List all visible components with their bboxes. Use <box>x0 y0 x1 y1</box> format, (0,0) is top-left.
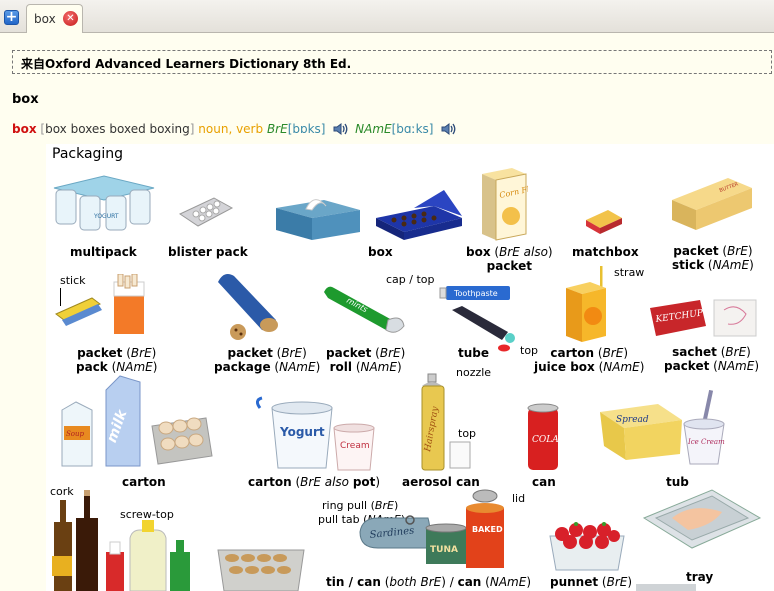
caption-packet-roll: packet (BrE) roll (NAmE) <box>326 346 406 374</box>
caption-carton-juice-box: carton (BrE) juice box (NAmE) <box>534 346 645 374</box>
toothpaste-tube-image: Toothpaste <box>439 286 515 352</box>
caption-box-packet: box (BrE also) packet <box>466 245 553 273</box>
bracket-close: ] <box>189 122 195 136</box>
juice-carton-image <box>566 266 606 342</box>
close-icon[interactable]: ✕ <box>63 11 78 26</box>
caption-packet-package: packet (BrE) package (NAmE) <box>214 346 321 374</box>
page-title: box <box>12 92 39 107</box>
cigarette-pack-image <box>55 274 145 334</box>
punnet-image <box>549 522 625 571</box>
caption-box: box <box>368 245 393 259</box>
annotation-lid: lid <box>512 492 526 505</box>
packaging-illustration: Packaging YOGURT multipack blister pack … <box>46 144 774 591</box>
yogurt-label: Yogurt <box>279 425 325 439</box>
caption-multipack: multipack <box>70 245 137 259</box>
tab-box[interactable]: box ✕ <box>26 4 83 33</box>
bottles-image <box>52 490 190 591</box>
caption-tube: tube <box>458 346 490 360</box>
yogurt-pots-image: Yogurt Cream <box>256 396 375 471</box>
bre-label: BrE <box>266 122 288 136</box>
cola-can-image: COLA <box>527 403 559 470</box>
new-tab-button[interactable]: + <box>4 10 19 25</box>
tissue-box-image <box>276 199 360 240</box>
caption-tin-can: tin / can (both BrE) / can (NAmE) <box>326 575 532 589</box>
speaker-icon[interactable] <box>332 121 348 137</box>
caption-aerosol-can: aerosol can <box>402 475 480 489</box>
multipack-brand: YOGURT <box>93 213 119 220</box>
caption-tray: tray <box>686 570 714 584</box>
cream-label: Cream <box>340 441 370 451</box>
tubs-image: Spread Ice Cream <box>600 390 725 465</box>
annotation-cap-top: cap / top <box>386 273 435 286</box>
toothpaste-label: Toothpaste <box>453 289 498 298</box>
entry-word: box <box>12 122 37 136</box>
part-of-speech: noun, verb <box>198 122 264 136</box>
caption-carton: carton <box>122 475 166 489</box>
aerosol-can-image: Hairspray <box>421 373 471 471</box>
caption-packet-stick: packet (BrE) stick (NAmE) <box>672 244 754 272</box>
name-pronunciation: [bɑːks] <box>391 122 434 136</box>
multipack-image: YOGURT <box>53 175 155 231</box>
caption-punnet: punnet (BrE) <box>550 575 633 589</box>
icecream-label: Ice Cream <box>687 438 725 446</box>
annotation-straw: straw <box>614 266 645 279</box>
partial-item <box>636 584 696 591</box>
name-label: NAmE <box>355 122 392 136</box>
chocolate-box-image <box>376 190 462 240</box>
biscuit-packet-image <box>218 274 278 340</box>
soup-label: Soup <box>66 430 85 438</box>
caption-sachet-packet: sachet (BrE) packet (NAmE) <box>664 345 759 373</box>
speaker-icon[interactable] <box>440 121 456 137</box>
caption-carton-pot: carton (BrE also pot) <box>248 475 381 489</box>
cola-label: COLA <box>532 435 559 445</box>
tray-image <box>642 489 762 549</box>
sachet-image: KETCHUP <box>650 299 757 337</box>
beans-label: BAKED BEANS <box>472 525 508 534</box>
tab-label: box <box>34 12 56 26</box>
mints-roll-image: mints <box>324 286 405 333</box>
biscuit-tray-image <box>217 549 305 591</box>
matchbox-image <box>586 210 622 234</box>
annotation-top-aerosol: top <box>458 427 477 440</box>
cereal-box-image: Corn Flakes <box>482 168 528 241</box>
butter-packet-image: BUTTER <box>672 178 752 230</box>
source-banner: 来自Oxford Advanced Learners Dictionary 8t… <box>12 50 772 74</box>
caption-tub: tub <box>666 475 689 489</box>
tins-image: Sardines TUNA BAKED BEANS <box>359 489 508 568</box>
blister-pack-image <box>178 197 234 227</box>
tab-strip: + box ✕ <box>0 0 774 33</box>
tuna-label: TUNA <box>430 545 458 555</box>
bre-pronunciation: [bɒks] <box>287 122 326 136</box>
caption-matchbox: matchbox <box>572 245 639 259</box>
caption-blister-pack: blister pack <box>168 245 248 259</box>
caption-can: can <box>532 475 556 489</box>
plate-title: Packaging <box>52 146 124 162</box>
inflections: box boxes boxed boxing <box>45 122 190 136</box>
spread-label: Spread <box>616 415 649 425</box>
cartons-image: Soup milk <box>61 375 213 467</box>
entry-line: box [box boxes boxed boxing] noun, verb … <box>12 121 459 137</box>
